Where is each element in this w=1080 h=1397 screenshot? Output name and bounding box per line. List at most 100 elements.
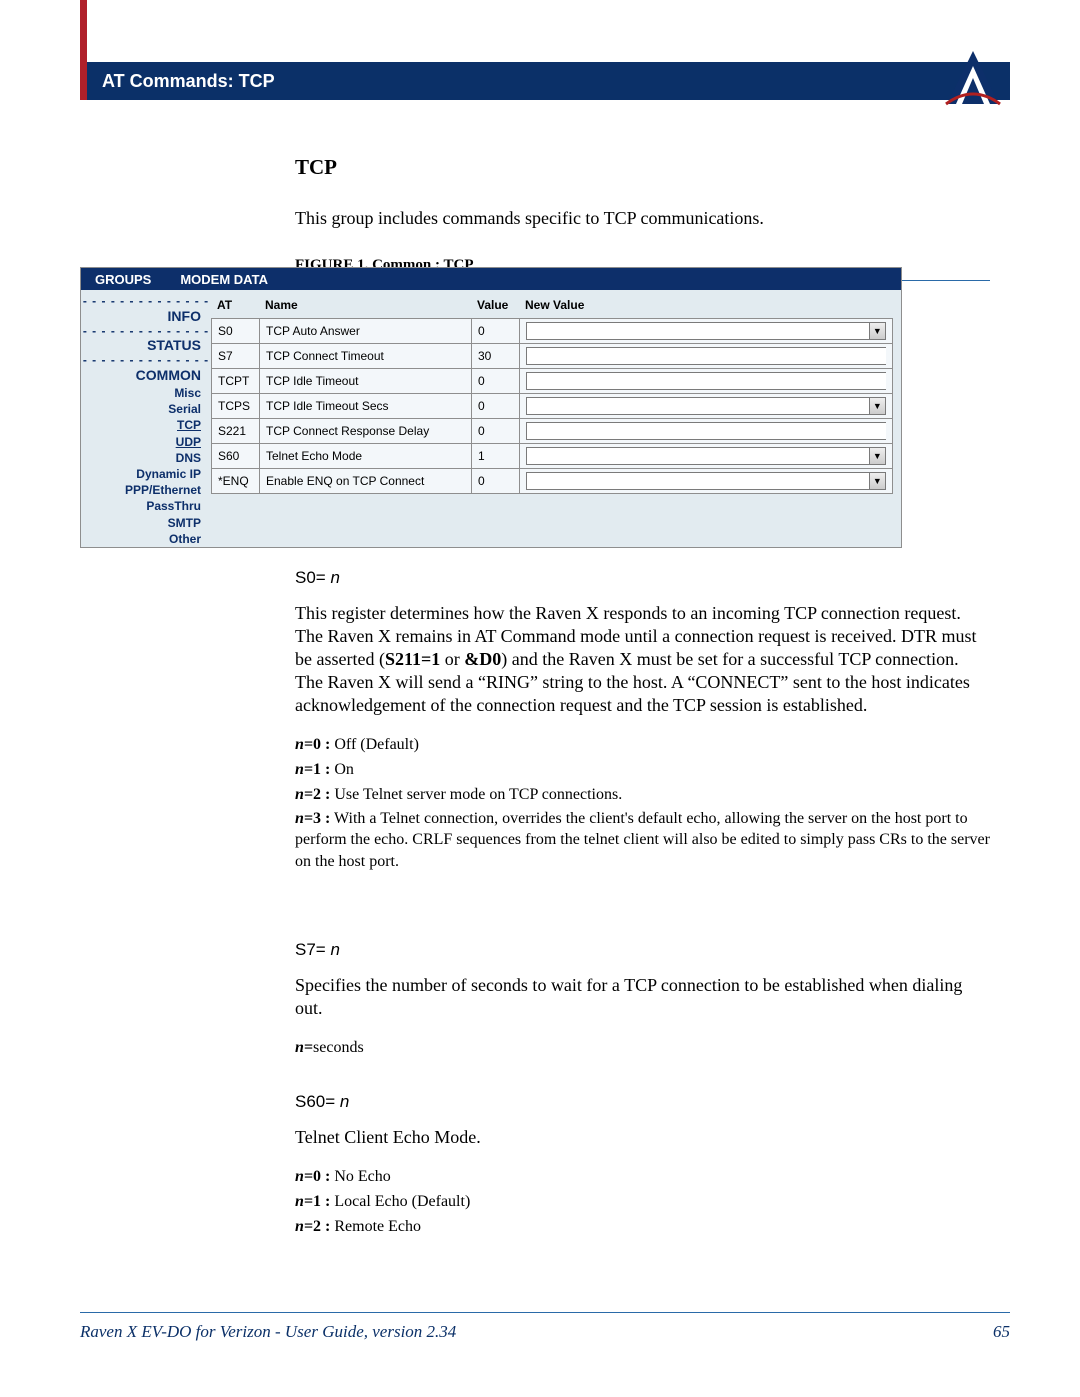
footer-rule — [80, 1312, 1010, 1313]
table-header: AT Name Value New Value — [211, 298, 893, 318]
col-name: Name — [265, 298, 477, 312]
s0-opt-2: n=2 : Use Telnet server mode on TCP conn… — [295, 783, 990, 808]
sidebar-item-smtp[interactable]: SMTP — [81, 515, 211, 531]
cell-new-value: ▼ — [520, 319, 893, 344]
col-at: AT — [217, 298, 265, 312]
sidebar-item-dns[interactable]: DNS — [81, 450, 211, 466]
modem-table: S0TCP Auto Answer0▼S7TCP Connect Timeout… — [211, 318, 893, 494]
s0-cmd: S0 — [295, 568, 316, 587]
dropdown-button[interactable]: ▼ — [869, 397, 886, 415]
table-row: S0TCP Auto Answer0 ▼ — [212, 319, 893, 344]
s0-heading: S0= n — [295, 568, 990, 588]
s0-n: n — [330, 568, 339, 587]
s0-block: S0= n This register determines how the R… — [295, 568, 990, 872]
sidebar-item-ppp-ethernet[interactable]: PPP/Ethernet — [81, 482, 211, 498]
cell-new-value — [520, 344, 893, 369]
footer: Raven X EV-DO for Verizon - User Guide, … — [80, 1322, 1010, 1342]
cell-new-value: ▼ — [520, 469, 893, 494]
page-header: AT Commands: TCP — [80, 62, 1010, 100]
cell-at: TCPS — [212, 394, 260, 419]
cell-value: 0 — [472, 394, 520, 419]
sidebar-item-udp[interactable]: UDP — [81, 434, 211, 450]
sidebar-item-passthru[interactable]: PassThru — [81, 498, 211, 514]
cell-new-value: ▼ — [520, 394, 893, 419]
s0-opt-3: n=3 : With a Telnet connection, override… — [295, 808, 990, 873]
cell-new-value — [520, 419, 893, 444]
cell-value: 30 — [472, 344, 520, 369]
table-row: TCPSTCP Idle Timeout Secs0 ▼ — [212, 394, 893, 419]
tab-modem-data[interactable]: MODEM DATA — [166, 268, 283, 290]
sidebar-divider: - - - - - - - - - - - - - - — [81, 326, 211, 337]
dropdown-button[interactable]: ▼ — [869, 322, 886, 340]
new-value-input[interactable] — [526, 472, 869, 490]
cell-name: TCP Idle Timeout Secs — [260, 394, 472, 419]
new-value-input[interactable] — [526, 422, 886, 440]
cell-name: Telnet Echo Mode — [260, 444, 472, 469]
table-row: S60Telnet Echo Mode1 ▼ — [212, 444, 893, 469]
cell-value: 0 — [472, 419, 520, 444]
s7-paragraph: Specifies the number of seconds to wait … — [295, 974, 990, 1020]
cell-value: 1 — [472, 444, 520, 469]
footer-page: 65 — [993, 1322, 1010, 1342]
section-title: TCP — [295, 155, 990, 180]
table-row: S221TCP Connect Response Delay0 — [212, 419, 893, 444]
cell-value: 0 — [472, 319, 520, 344]
s60-cmd: S60 — [295, 1092, 325, 1111]
sidebar-item-other[interactable]: Other — [81, 531, 211, 547]
new-value-input[interactable] — [526, 322, 869, 340]
new-value-input[interactable] — [526, 372, 886, 390]
dropdown-button[interactable]: ▼ — [869, 472, 886, 490]
cell-at: S221 — [212, 419, 260, 444]
equals: = — [316, 568, 331, 587]
new-value-input[interactable] — [526, 347, 886, 365]
col-new-value: New Value — [525, 298, 893, 312]
sidebar-item-common[interactable]: COMMON — [81, 366, 211, 385]
cell-at: *ENQ — [212, 469, 260, 494]
s60-opt-1: n=1 : Local Echo (Default) — [295, 1190, 990, 1215]
cell-name: TCP Idle Timeout — [260, 369, 472, 394]
s7-heading: S7= n — [295, 940, 990, 960]
dropdown-button[interactable]: ▼ — [869, 447, 886, 465]
cell-at: S60 — [212, 444, 260, 469]
tab-groups[interactable]: GROUPS — [81, 268, 166, 290]
cell-at: TCPT — [212, 369, 260, 394]
cell-new-value — [520, 369, 893, 394]
sidebar-item-tcp[interactable]: TCP — [81, 417, 211, 433]
accent-bar — [80, 0, 87, 100]
brand-logo — [942, 46, 1004, 106]
sidebar-divider: - - - - - - - - - - - - - - — [81, 355, 211, 366]
table-row: TCPTTCP Idle Timeout0 — [212, 369, 893, 394]
s60-opt-0: n=0 : No Echo — [295, 1165, 990, 1190]
s60-block: S60= n Telnet Client Echo Mode. n=0 : No… — [295, 1092, 990, 1239]
sidebar-item-serial[interactable]: Serial — [81, 401, 211, 417]
sidebar-item-misc[interactable]: Misc — [81, 385, 211, 401]
s0-paragraph: This register determines how the Raven X… — [295, 602, 990, 717]
table-row: S7TCP Connect Timeout30 — [212, 344, 893, 369]
footer-text: Raven X EV-DO for Verizon - User Guide, … — [80, 1322, 456, 1342]
sidebar-item-dynamic-ip[interactable]: Dynamic IP — [81, 466, 211, 482]
s7-block: S7= n Specifies the number of seconds to… — [295, 940, 990, 1061]
config-panel: GROUPS MODEM DATA - - - - - - - - - - - … — [80, 267, 902, 548]
s7-cmd: S7 — [295, 940, 316, 959]
cell-name: Enable ENQ on TCP Connect — [260, 469, 472, 494]
header-title: AT Commands: TCP — [102, 71, 275, 92]
new-value-input[interactable] — [526, 397, 869, 415]
s60-heading: S60= n — [295, 1092, 990, 1112]
cell-at: S7 — [212, 344, 260, 369]
data-area: AT Name Value New Value S0TCP Auto Answe… — [211, 290, 901, 547]
s60-opt-2: n=2 : Remote Echo — [295, 1215, 990, 1240]
cell-value: 0 — [472, 369, 520, 394]
cell-name: TCP Auto Answer — [260, 319, 472, 344]
s7-opt: n=seconds — [295, 1036, 990, 1061]
cell-name: TCP Connect Response Delay — [260, 419, 472, 444]
section-intro: This group includes commands specific to… — [295, 208, 990, 229]
cell-at: S0 — [212, 319, 260, 344]
cell-value: 0 — [472, 469, 520, 494]
tab-bar: GROUPS MODEM DATA — [81, 268, 901, 290]
s60-paragraph: Telnet Client Echo Mode. — [295, 1126, 990, 1149]
sidebar-item-info[interactable]: INFO — [81, 307, 211, 326]
new-value-input[interactable] — [526, 447, 869, 465]
cell-name: TCP Connect Timeout — [260, 344, 472, 369]
col-value: Value — [477, 298, 525, 312]
table-row: *ENQEnable ENQ on TCP Connect0 ▼ — [212, 469, 893, 494]
